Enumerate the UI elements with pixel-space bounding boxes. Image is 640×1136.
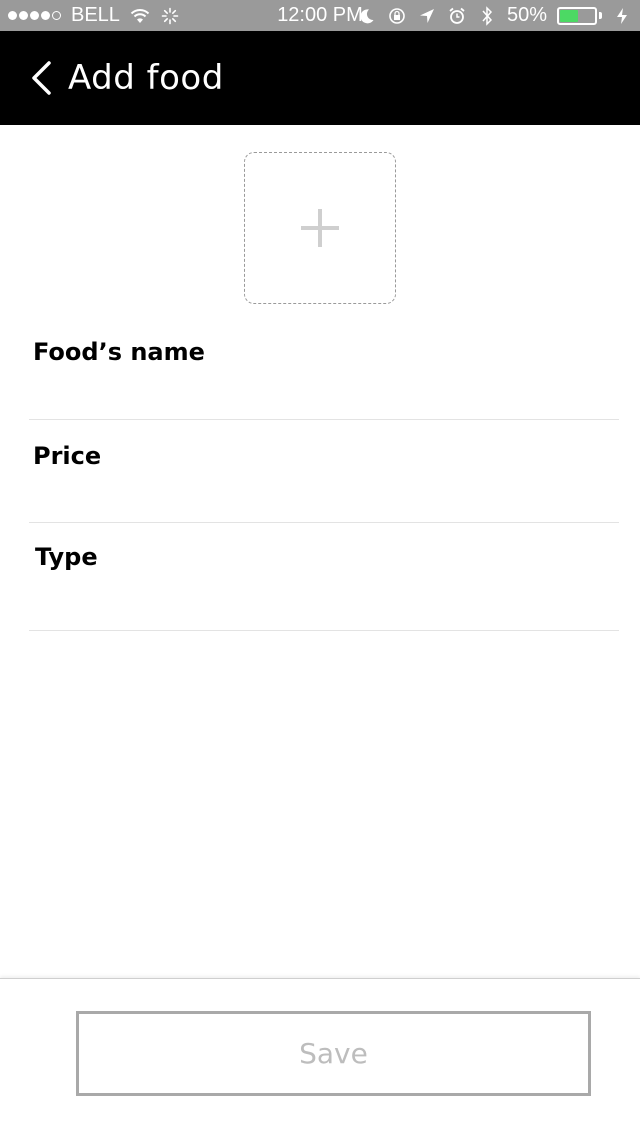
- status-bar: BELL 12:00 PM 50%: [0, 0, 640, 31]
- status-left: BELL: [8, 4, 180, 27]
- status-right: 50%: [357, 4, 632, 27]
- battery-percent: 50%: [506, 4, 547, 26]
- price-label: Price: [33, 442, 102, 470]
- location-icon: [417, 6, 437, 26]
- wifi-icon: [130, 6, 150, 26]
- chevron-left-icon: [32, 61, 51, 95]
- alarm-icon: [447, 6, 467, 26]
- food-name-label: Food’s name: [33, 338, 205, 366]
- moon-icon: [357, 6, 377, 26]
- price-input[interactable]: [33, 480, 615, 514]
- type-input[interactable]: [33, 588, 615, 622]
- activity-spinner-icon: [160, 6, 180, 26]
- type-label: Type: [35, 543, 98, 571]
- add-photo-button[interactable]: [244, 152, 396, 304]
- signal-strength-icon: [8, 11, 61, 20]
- type-field: Type: [29, 523, 619, 631]
- battery-icon: [557, 6, 602, 25]
- price-field: Price: [29, 420, 619, 523]
- food-name-field: Food’s name: [29, 330, 619, 420]
- rotation-lock-icon: [387, 6, 407, 26]
- navigation-bar: Add food: [0, 31, 640, 125]
- save-button[interactable]: Save: [76, 1011, 591, 1096]
- food-name-input[interactable]: [33, 377, 615, 411]
- bluetooth-icon: [477, 5, 497, 26]
- plus-icon: [301, 209, 339, 247]
- page-title: Add food: [68, 58, 224, 98]
- carrier-name: BELL: [71, 4, 120, 26]
- charging-bolt-icon: [612, 6, 632, 26]
- back-button[interactable]: Add food: [0, 31, 224, 125]
